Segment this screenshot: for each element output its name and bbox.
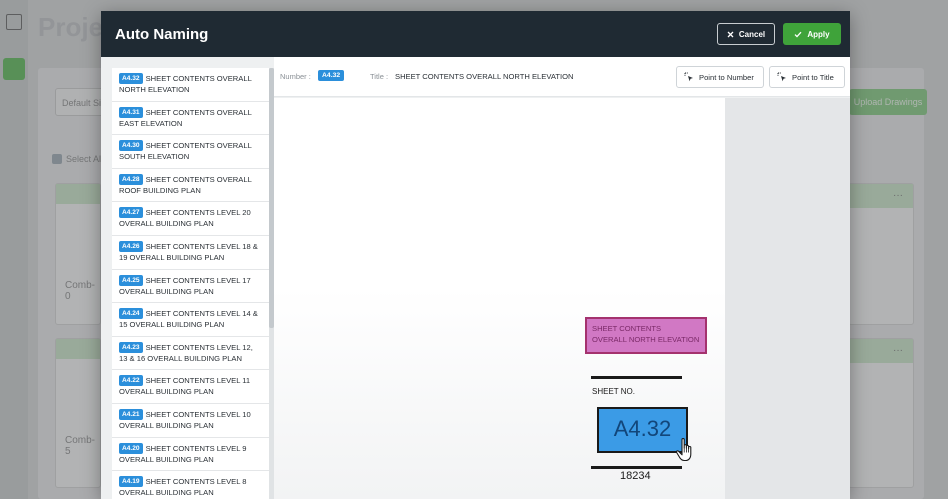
title-block-rule [591, 466, 682, 469]
sheet-list-item[interactable]: A4.23 SHEET CONTENTS LEVEL 12, 13 & 16 OV… [112, 337, 269, 371]
sheet-number-badge: A4.26 [119, 240, 143, 252]
title-box-line: OVERALL NORTH ELEVATION [592, 335, 700, 344]
pointer-select-icon [777, 72, 786, 82]
viewer-side-panel [725, 98, 850, 499]
sheet-number-badge: A4.32 [119, 73, 143, 84]
point-to-title-button[interactable]: Point to Title [769, 66, 845, 88]
sheet-list-item[interactable]: A4.25 SHEET CONTENTS LEVEL 17 OVERALL BUI… [112, 270, 269, 304]
sheet-number-text: A4.32 [613, 416, 672, 441]
sheet-number-badge: A4.21 [119, 408, 143, 420]
drawing-number: 18234 [620, 470, 651, 482]
auto-naming-dialog: Auto Naming Cancel Apply Number : A4.32 … [101, 11, 850, 499]
sheet-list-item[interactable]: A4.24 SHEET CONTENTS LEVEL 14 & 15 OVERAL… [112, 303, 269, 337]
title-value[interactable]: SHEET CONTENTS OVERALL NORTH ELEVATION [395, 72, 574, 81]
dialog-title: Auto Naming [115, 26, 209, 43]
sheet-number-badge: A4.20 [119, 442, 143, 454]
apply-button[interactable]: Apply [783, 23, 841, 45]
apply-label: Apply [807, 29, 830, 39]
sheet-number-badge: A4.30 [119, 140, 143, 152]
sheet-no-label: SHEET NO. [592, 387, 635, 396]
close-icon [727, 31, 734, 37]
sheet-list-item[interactable]: A4.26 SHEET CONTENTS LEVEL 18 & 19 OVERAL… [112, 236, 269, 270]
sheet-list-item[interactable]: A4.31 SHEET CONTENTS OVERALL EAST ELEVATI… [112, 102, 269, 136]
title-label: Title : [370, 72, 389, 81]
title-highlight-box[interactable]: SHEET CONTENTS OVERALL NORTH ELEVATION [585, 317, 707, 354]
naming-toolbar: Number : A4.32 Title : SHEET CONTENTS OV… [274, 57, 850, 97]
sheet-list: A4.32 SHEET CONTENTS OVERALL NORTH ELEVAT… [112, 68, 269, 499]
dialog-header: Auto Naming Cancel Apply [101, 11, 850, 57]
sheet-number-badge: A4.22 [119, 375, 143, 387]
point-to-title-label: Point to Title [792, 72, 834, 82]
sheet-list-item[interactable]: A4.28 SHEET CONTENTS OVERALL ROOF BUILDIN… [112, 169, 269, 203]
sheet-list-item[interactable]: A4.22 SHEET CONTENTS LEVEL 11 OVERALL BUI… [112, 370, 269, 404]
sheet-list-item[interactable]: A4.27 SHEET CONTENTS LEVEL 20 OVERALL BUI… [112, 202, 269, 236]
hand-pointer-icon [675, 438, 692, 462]
sheet-number-badge: A4.28 [119, 173, 143, 185]
sheet-number-badge: A4.19 [119, 476, 143, 488]
title-box-line: SHEET CONTENTS [592, 324, 662, 333]
sheet-number-badge: A4.25 [119, 274, 143, 286]
pointer-select-icon [684, 72, 693, 82]
sheet-number-badge: A4.24 [119, 308, 143, 320]
sheet-list-item[interactable]: A4.20 SHEET CONTENTS LEVEL 9 OVERALL BUIL… [112, 438, 269, 472]
sheet-number-badge: A4.27 [119, 207, 143, 219]
point-to-number-button[interactable]: Point to Number [676, 66, 764, 88]
number-value[interactable]: A4.32 [318, 70, 345, 81]
cancel-button[interactable]: Cancel [717, 23, 775, 45]
sheet-number-badge: A4.23 [119, 341, 143, 353]
number-label: Number : [280, 72, 311, 81]
title-block-rule [591, 376, 682, 379]
sheet-list-item[interactable]: A4.21 SHEET CONTENTS LEVEL 10 OVERALL BUI… [112, 404, 269, 438]
sheet-list-item[interactable]: A4.19 SHEET CONTENTS LEVEL 8 OVERALL BUIL… [112, 471, 269, 499]
check-icon [794, 31, 802, 38]
sheet-list-item[interactable]: A4.32 SHEET CONTENTS OVERALL NORTH ELEVAT… [112, 68, 269, 102]
drawing-viewer[interactable]: SHEET CONTENTS OVERALL NORTH ELEVATION S… [274, 98, 725, 499]
sheet-list-item[interactable]: A4.30 SHEET CONTENTS OVERALL SOUTH ELEVAT… [112, 135, 269, 169]
sheet-number-badge: A4.31 [119, 106, 143, 118]
cancel-label: Cancel [738, 29, 766, 39]
point-to-number-label: Point to Number [699, 72, 754, 82]
